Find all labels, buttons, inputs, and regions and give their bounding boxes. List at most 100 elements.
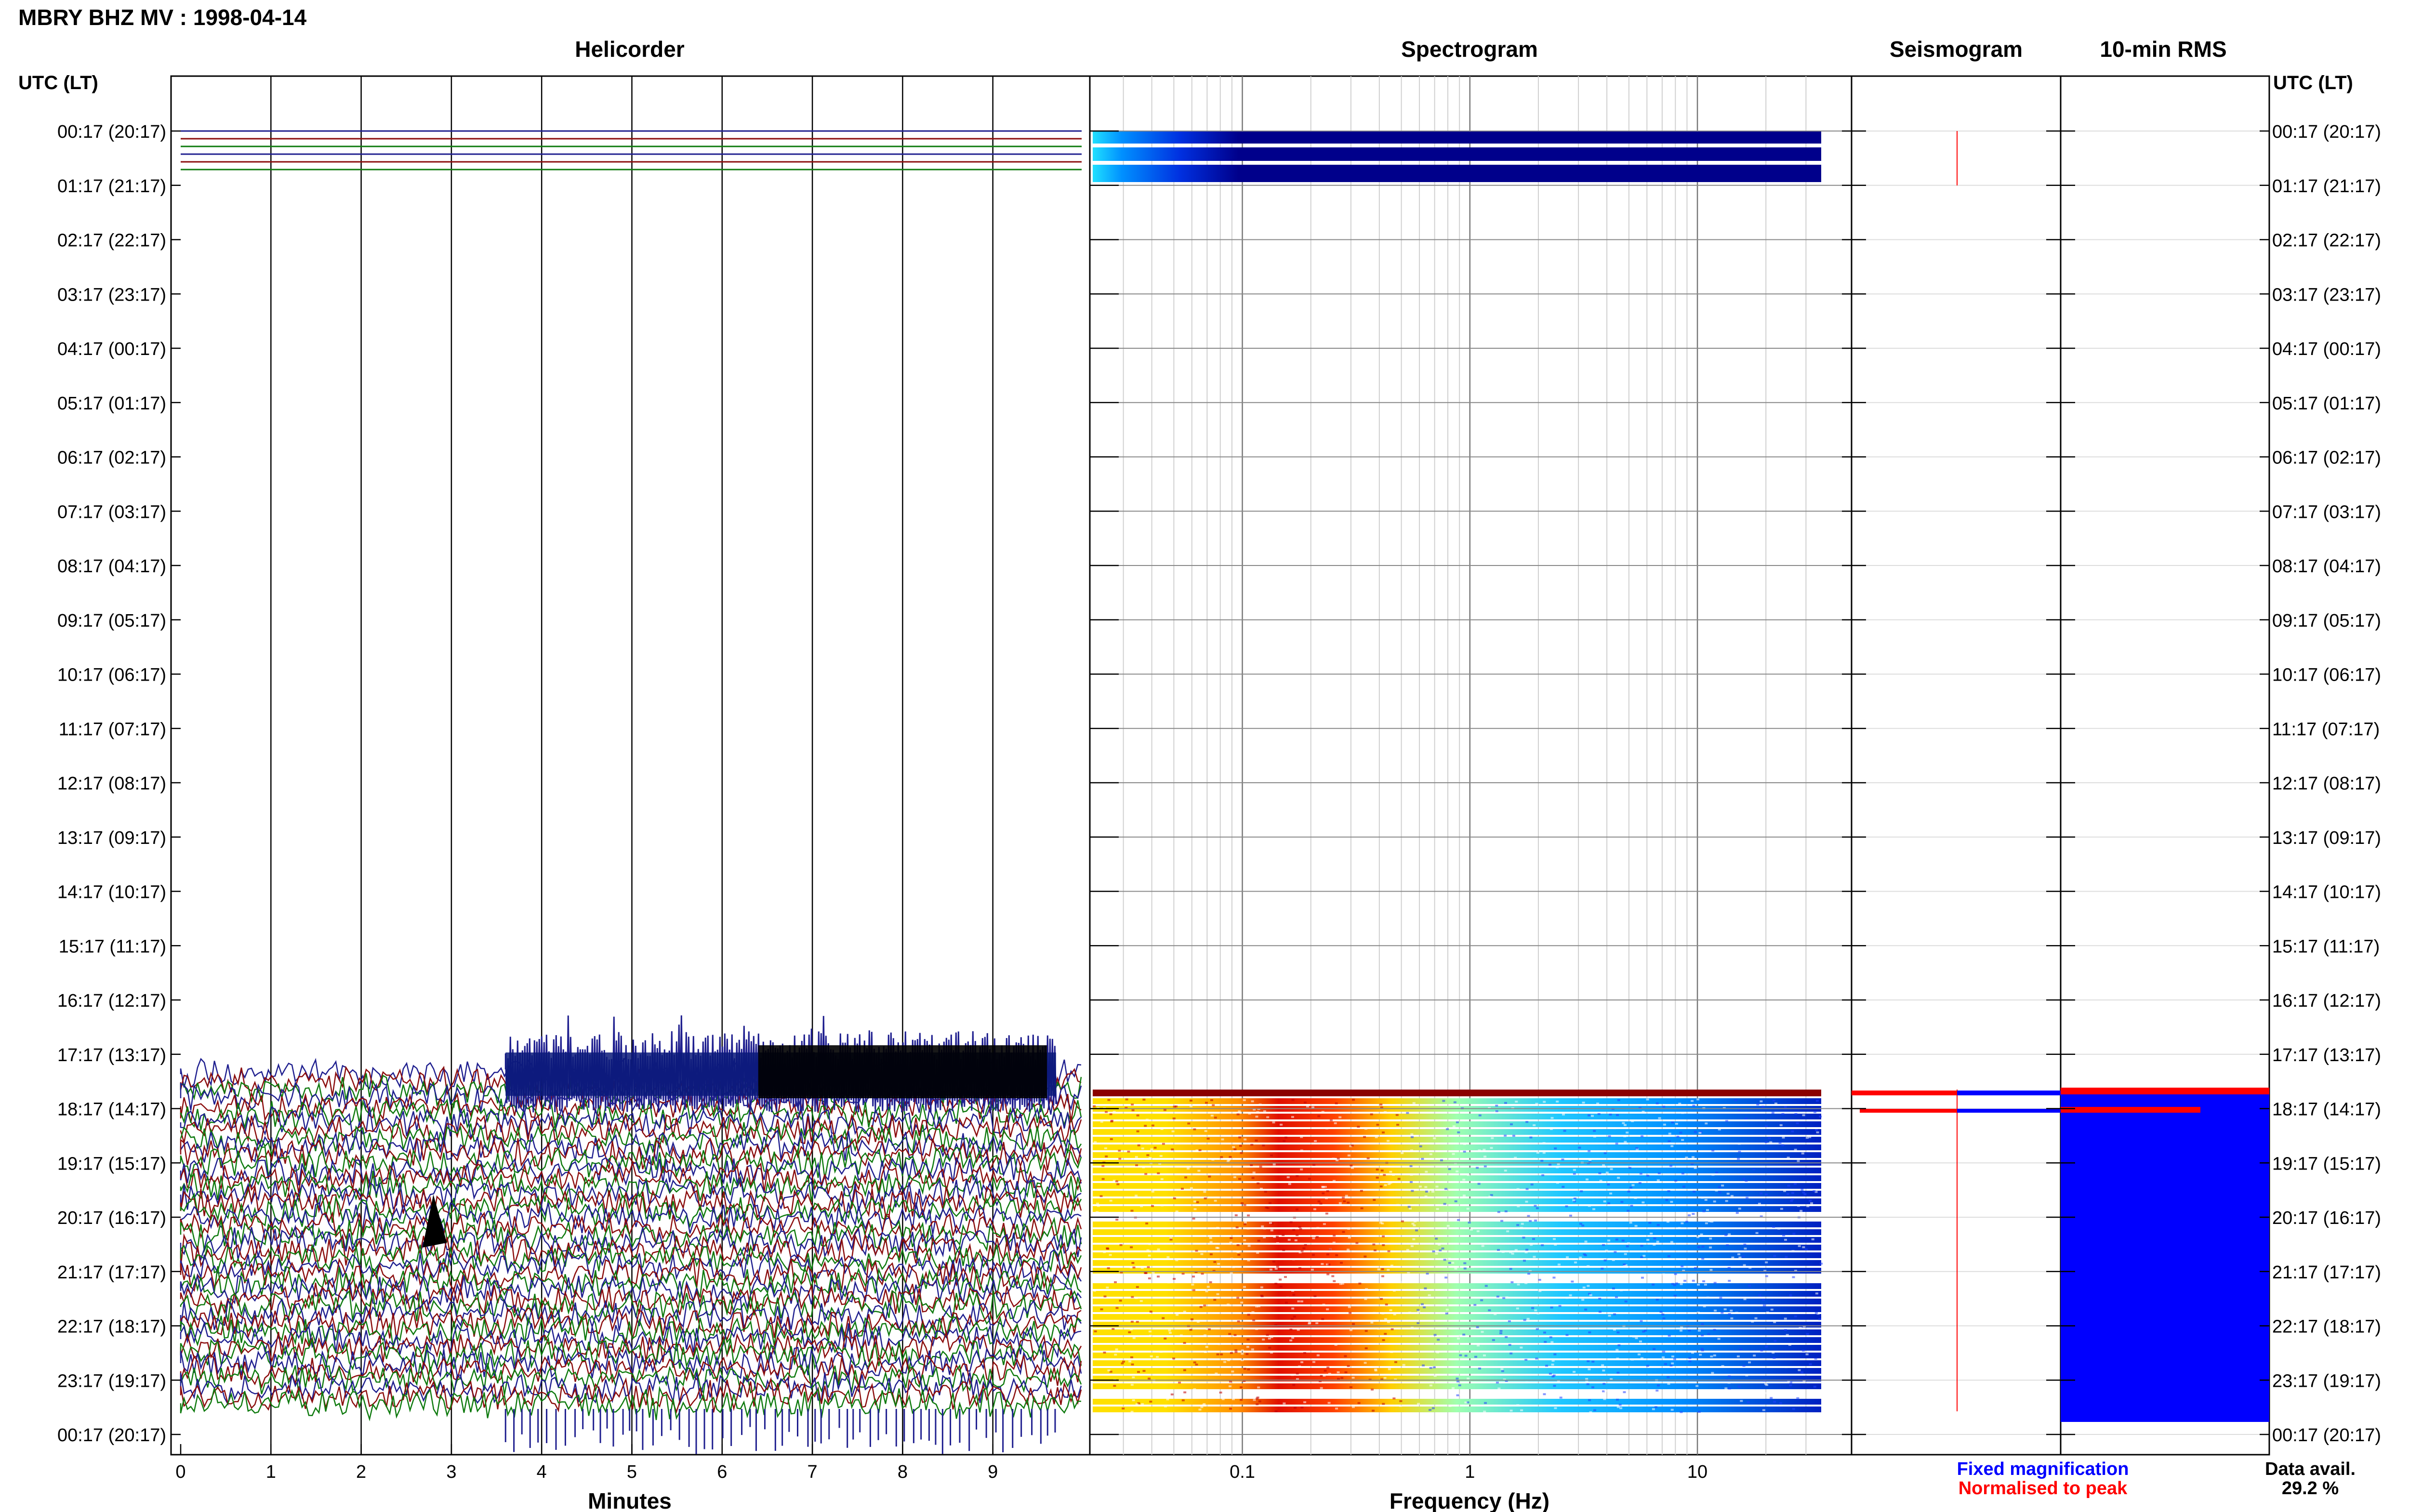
spectrogram-speckle <box>1347 1154 1350 1157</box>
spectrogram-speckle <box>1149 1335 1152 1337</box>
frequency-tick-label: 1 <box>1465 1462 1475 1482</box>
spectrogram-speckle <box>1748 1266 1752 1269</box>
spectrogram-speckle <box>1106 1247 1109 1249</box>
spectrogram-speckle <box>1762 1299 1765 1301</box>
spectrogram-speckle <box>1671 1283 1674 1285</box>
spectrogram-speckle <box>1171 1148 1174 1151</box>
spectrogram-band <box>1093 1399 1821 1405</box>
spectrogram-speckle <box>1338 1202 1342 1204</box>
time-label-left: 23:17 (19:17) <box>57 1371 166 1391</box>
spectrogram-speckle <box>1504 1134 1507 1137</box>
spectrogram-speckle <box>1326 1253 1329 1256</box>
spectrogram-speckle <box>1140 1205 1143 1208</box>
spectrogram-speckle <box>1379 1185 1383 1188</box>
spectrogram-speckle <box>1355 1242 1359 1244</box>
spectrogram-speckle <box>1235 1226 1239 1229</box>
spectrogram-speckle <box>1516 1307 1519 1310</box>
spectrogram-speckle <box>1535 1392 1538 1394</box>
spectrogram-speckle <box>1586 1383 1589 1385</box>
spectrogram-speckle <box>1737 1157 1740 1160</box>
spectrogram-speckle <box>1629 1222 1632 1224</box>
spectrogram-speckle <box>1818 1318 1821 1320</box>
spectrogram-speckle <box>1499 1330 1503 1332</box>
spectrogram-speckle <box>1466 1208 1469 1210</box>
spectrogram-speckle <box>1184 1176 1188 1179</box>
spectrogram-band <box>1093 1345 1821 1351</box>
spectrogram-speckle <box>1390 1264 1393 1267</box>
spectrogram-speckle <box>1616 1331 1620 1334</box>
spectrogram-speckle <box>1631 1184 1635 1186</box>
spectrogram-speckle <box>1593 1130 1596 1132</box>
spectrogram-speckle <box>1161 1204 1164 1207</box>
spectrogram-speckle <box>1514 1157 1517 1159</box>
spectrogram-speckle <box>1235 1395 1238 1397</box>
time-label-left: 15:17 (11:17) <box>59 936 166 957</box>
spectrogram-speckle <box>1623 1265 1626 1267</box>
spectrogram-speckle <box>1504 1102 1507 1104</box>
spectrogram-speckle <box>1213 1261 1217 1263</box>
spectrogram-speckle <box>1641 1276 1644 1279</box>
spectrogram-speckle <box>1343 1200 1346 1202</box>
spectrogram-speckle <box>1499 1332 1503 1334</box>
spectrogram-speckle <box>1300 1407 1304 1408</box>
spectrogram-speckle <box>1336 1159 1339 1161</box>
spectrogram-speckle <box>1382 1339 1385 1341</box>
spectrogram-speckle <box>1697 1246 1700 1249</box>
spectrogram-speckle <box>1521 1223 1524 1225</box>
spectrogram-speckle <box>1707 1333 1710 1335</box>
spectrogram-speckle <box>1706 1209 1709 1211</box>
spectrogram-speckle <box>1334 1343 1337 1346</box>
spectrogram-speckle <box>1122 1407 1125 1410</box>
rms-bar <box>2061 1090 2269 1422</box>
spectrogram-speckle <box>1616 1398 1619 1401</box>
spectrogram-speckle <box>1762 1358 1766 1360</box>
spectrogram-speckle <box>1714 1219 1718 1221</box>
spectrogram-speckle <box>1347 1365 1350 1367</box>
spectrogram-speckle <box>1565 1205 1568 1208</box>
spectrogram-speckle <box>1381 1275 1384 1277</box>
spectrogram-speckle <box>1209 1241 1213 1243</box>
spectrogram-speckle <box>1433 1334 1437 1336</box>
spectrogram-speckle <box>1337 1371 1340 1373</box>
spectrogram-speckle <box>1105 1155 1108 1157</box>
spectrogram-speckle <box>1467 1377 1470 1380</box>
spectrogram-speckle <box>1516 1404 1520 1407</box>
spectrogram-band <box>1093 1229 1821 1235</box>
spectrogram-speckle <box>1435 1185 1439 1188</box>
spectrogram-speckle <box>1209 1281 1212 1283</box>
spectrogram-speckle <box>1497 1211 1500 1213</box>
spectrogram-speckle <box>1105 1111 1108 1113</box>
spectrogram-speckle <box>1333 1180 1336 1182</box>
spectrogram-speckle <box>1585 1378 1588 1380</box>
spectrogram-speckle <box>1701 1246 1705 1248</box>
spectrogram-speckle <box>1236 1251 1240 1253</box>
spectrogram-speckle <box>1569 1294 1572 1297</box>
spectrogram-speckle <box>1593 1135 1596 1138</box>
spectrogram-speckle <box>1410 1245 1414 1247</box>
spectrogram-speckle <box>1727 1381 1731 1384</box>
spectrogram-speckle <box>1433 1375 1437 1377</box>
spectrogram-speckle <box>1674 1180 1678 1182</box>
spectrogram-speckle <box>1765 1275 1768 1277</box>
spectrogram-speckle <box>1257 1239 1260 1242</box>
spectrogram-speckle <box>1617 1099 1620 1101</box>
spectrogram-speckle <box>1136 1130 1139 1132</box>
spectrogram-speckle <box>1641 1111 1645 1113</box>
spectrogram-speckle <box>1300 1250 1304 1252</box>
spectrogram-speckle <box>1321 1263 1324 1265</box>
spectrogram-speckle <box>1118 1149 1121 1152</box>
spectrogram-speckle <box>1549 1336 1552 1339</box>
spectrogram-speckle <box>1616 1406 1620 1408</box>
spectrogram-speckle <box>1534 1309 1537 1312</box>
spectrogram-speckle <box>1639 1172 1642 1175</box>
spectrogram-speckle <box>1670 1201 1673 1203</box>
spectrogram-speckle <box>1737 1109 1741 1111</box>
spectrogram-speckle <box>1373 1312 1376 1314</box>
spectrogram-speckle <box>1578 1146 1581 1149</box>
spectrogram-speckle <box>1299 1228 1302 1230</box>
spectrogram-speckle <box>1447 1258 1451 1260</box>
time-label-right: 19:17 (15:17) <box>2272 1154 2381 1174</box>
spectrogram-speckle <box>1806 1333 1809 1335</box>
spectrogram-speckle <box>1221 1138 1224 1141</box>
spectrogram-speckle <box>1233 1148 1237 1151</box>
